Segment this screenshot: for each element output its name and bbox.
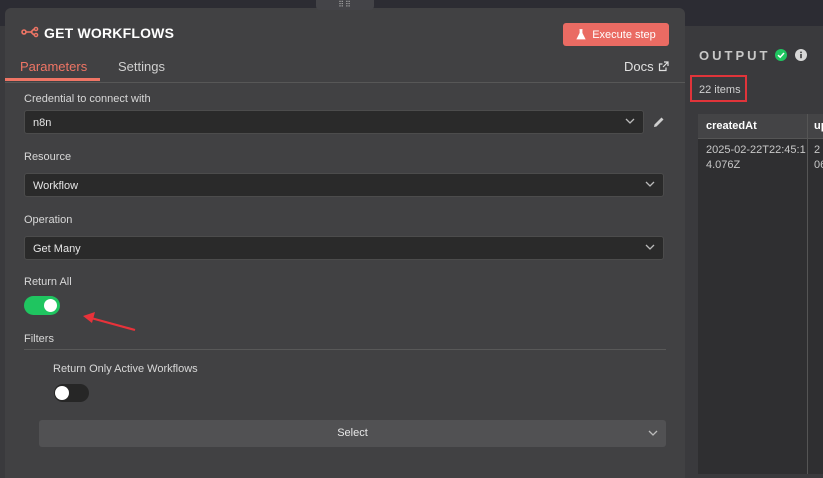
tab-parameters[interactable]: Parameters [20,59,87,74]
return-all-label: Return All [24,276,72,288]
items-count: 22 items [699,84,741,96]
active-tab-indicator [5,78,100,81]
red-arrow-annotation [83,312,136,332]
filter-select-button[interactable]: Select [39,420,666,447]
toggle-knob [44,299,57,312]
chevron-down-icon [645,244,655,250]
grip-dots-icon: ⠿⠿ [338,0,352,9]
credential-label: Credential to connect with [24,93,151,105]
filters-label: Filters [24,333,54,345]
docs-label: Docs [624,59,654,74]
column-separator [807,114,808,474]
external-link-icon [658,61,669,72]
chevron-down-icon [648,430,658,436]
info-icon[interactable] [795,49,807,61]
filters-divider [24,349,666,350]
execute-step-button[interactable]: Execute step [563,23,669,46]
credential-value: n8n [33,117,52,129]
credential-select[interactable]: n8n [24,110,644,134]
operation-select[interactable]: Get Many [24,236,664,260]
active-only-toggle[interactable] [54,384,89,402]
select-label: Select [337,427,368,439]
webhook-node-icon [21,26,39,38]
panel-drag-handle[interactable]: ⠿⠿ [316,0,374,10]
tab-settings[interactable]: Settings [118,59,165,74]
docs-link[interactable]: Docs [624,59,669,74]
column-header-createdat[interactable]: createdAt [706,120,757,132]
toggle-knob [55,386,69,400]
success-check-icon [775,49,787,61]
pencil-icon[interactable] [653,116,665,128]
column-header-updatedat[interactable]: up [814,120,823,132]
active-only-label: Return Only Active Workflows [53,363,198,375]
chevron-down-icon [625,118,635,124]
resource-value: Workflow [33,180,79,192]
operation-value: Get Many [33,243,81,255]
node-parameters-panel: GET WORKFLOWS Execute step Parameters Se… [5,8,685,478]
operation-label: Operation [24,214,73,226]
chevron-down-icon [645,181,655,187]
table-cell: 2 06 [814,144,823,171]
return-all-toggle[interactable] [24,296,60,315]
panel-header: GET WORKFLOWS Execute step Parameters Se… [5,8,685,83]
execute-step-label: Execute step [592,28,656,41]
table-cell: 2025-02-22T22:45:14.076Z [706,144,806,171]
node-title: GET WORKFLOWS [44,25,175,41]
resource-label: Resource [24,151,72,163]
resource-select[interactable]: Workflow [24,173,664,197]
output-table: createdAt up 2025-02-22T22:45:14.076Z 2 … [698,114,823,474]
output-title: OUTPUT [699,48,771,63]
flask-icon [576,29,586,40]
